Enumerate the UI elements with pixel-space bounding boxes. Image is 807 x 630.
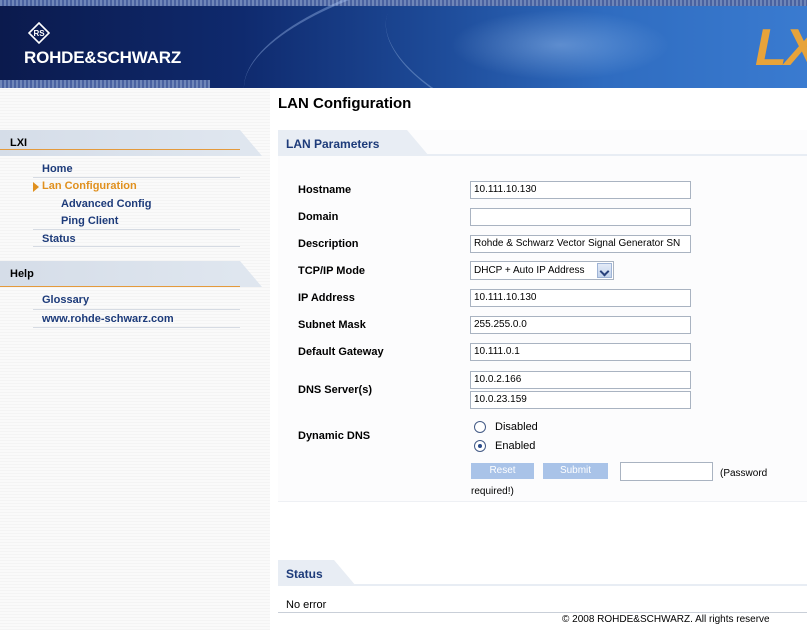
- sidebar-item-advanced-config[interactable]: Advanced Config: [61, 198, 151, 210]
- page-title: LAN Configuration: [278, 95, 412, 112]
- brand-logo: RS ROHDE&SCHWARZ: [24, 22, 214, 70]
- sidebar-section-lxi: LXI: [0, 130, 262, 156]
- section-band: [278, 584, 807, 586]
- subnet-mask-field[interactable]: 255.255.0.0: [470, 316, 691, 334]
- chevron-down-icon[interactable]: [597, 263, 612, 278]
- description-label: Description: [298, 238, 359, 250]
- sidebar-divider: [33, 177, 240, 178]
- sidebar-divider: [33, 246, 240, 247]
- dns-server-secondary-field[interactable]: 10.0.23.159: [470, 391, 691, 409]
- header-banner: RS ROHDE&SCHWARZ LX: [0, 0, 807, 88]
- password-note-continued: required!): [471, 486, 514, 497]
- sidebar-section-help: Help: [0, 261, 262, 287]
- dynamic-dns-enabled-radio[interactable]: [474, 440, 486, 452]
- lan-parameters-header: LAN Parameters: [278, 130, 429, 156]
- hostname-field[interactable]: 10.111.10.130: [470, 181, 691, 199]
- domain-label: Domain: [298, 211, 339, 223]
- banner-stripe: [0, 80, 210, 88]
- sidebar-divider: [33, 327, 240, 328]
- rohde-schwarz-emblem-icon: RS: [28, 22, 50, 44]
- status-message: No error: [286, 599, 327, 611]
- sidebar-item-home[interactable]: Home: [42, 163, 73, 175]
- reset-button[interactable]: Reset: [471, 463, 534, 479]
- ip-address-label: IP Address: [298, 292, 355, 304]
- svg-text:RS: RS: [33, 29, 45, 38]
- dynamic-dns-disabled-radio[interactable]: [474, 421, 486, 433]
- domain-field[interactable]: [470, 208, 691, 226]
- tcpip-mode-select[interactable]: DHCP + Auto IP Address: [470, 261, 614, 280]
- dns-server-primary-field[interactable]: 10.0.2.166: [470, 371, 691, 389]
- copyright-footer: © 2008 ROHDE&SCHWARZ. All rights reserve: [562, 614, 770, 625]
- sidebar-item-status[interactable]: Status: [42, 233, 76, 245]
- sidebar-item-lan-configuration[interactable]: Lan Configuration: [42, 180, 137, 192]
- section-band: [278, 154, 807, 156]
- sidebar-item-ping-client[interactable]: Ping Client: [61, 215, 118, 227]
- dynamic-dns-enabled-label[interactable]: Enabled: [495, 440, 535, 452]
- hostname-label: Hostname: [298, 184, 352, 196]
- description-field[interactable]: Rohde & Schwarz Vector Signal Generator …: [470, 235, 691, 253]
- footer-divider: [278, 612, 807, 613]
- sidebar-item-website[interactable]: www.rohde-schwarz.com: [42, 313, 174, 325]
- password-note: (Password: [720, 468, 768, 479]
- submit-button[interactable]: Submit: [543, 463, 608, 479]
- status-header: Status: [278, 560, 356, 586]
- dynamic-dns-disabled-label[interactable]: Disabled: [495, 421, 538, 433]
- default-gateway-label: Default Gateway: [298, 346, 384, 358]
- active-arrow-icon: [33, 182, 39, 192]
- sidebar-divider: [33, 309, 240, 310]
- lxi-logo: LX: [755, 19, 807, 77]
- ip-address-field[interactable]: 10.111.10.130: [470, 289, 691, 307]
- tcpip-mode-value: DHCP + Auto IP Address: [474, 265, 585, 276]
- sidebar: [0, 88, 270, 630]
- sidebar-item-glossary[interactable]: Glossary: [42, 294, 89, 306]
- password-field[interactable]: [620, 462, 713, 481]
- sidebar-accent-line: [0, 286, 240, 287]
- sidebar-accent-line: [0, 149, 240, 150]
- dns-servers-label: DNS Server(s): [298, 384, 372, 396]
- dynamic-dns-label: Dynamic DNS: [298, 430, 371, 442]
- sidebar-divider: [33, 229, 240, 230]
- default-gateway-field[interactable]: 10.111.0.1: [470, 343, 691, 361]
- tcpip-mode-label: TCP/IP Mode: [298, 265, 366, 277]
- subnet-mask-label: Subnet Mask: [298, 319, 366, 331]
- brand-name: ROHDE&SCHWARZ: [24, 48, 182, 67]
